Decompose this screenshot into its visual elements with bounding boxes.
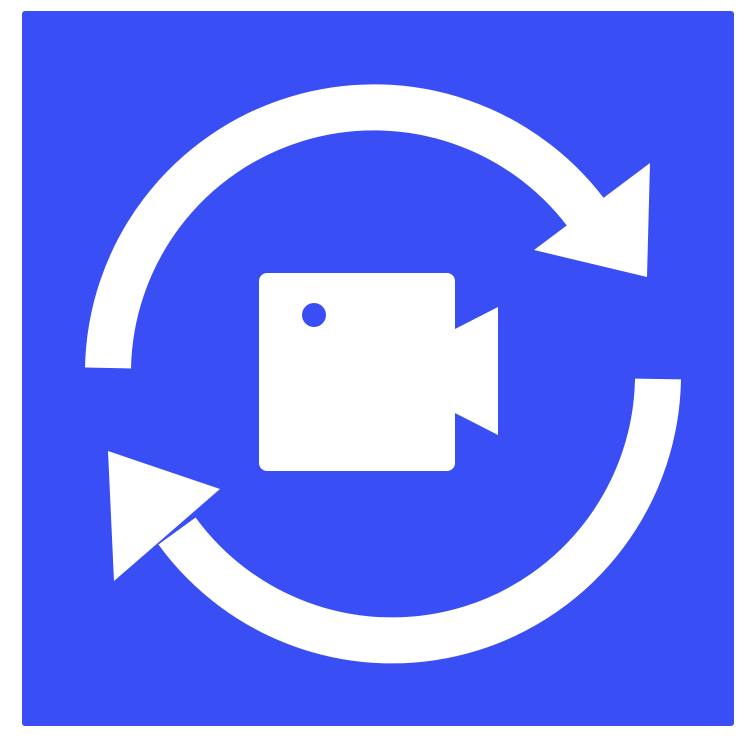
video-convert-app-icon[interactable] (22, 11, 734, 726)
camera-lens-dot (302, 303, 326, 327)
